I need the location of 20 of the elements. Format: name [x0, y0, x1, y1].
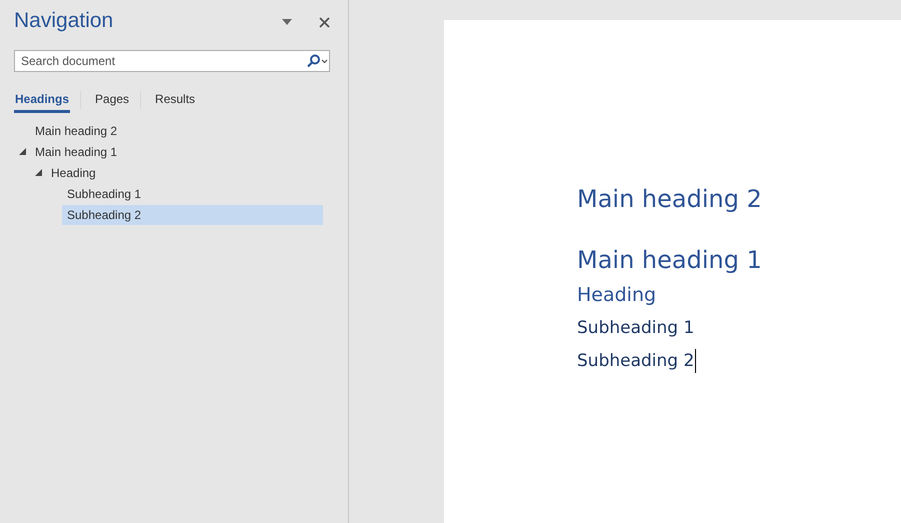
dropdown-icon[interactable]	[281, 18, 293, 26]
pane-title: Navigation	[14, 9, 114, 33]
document-heading: Subheading 2	[577, 350, 694, 373]
close-icon[interactable]	[319, 16, 330, 28]
document-heading: Heading	[577, 283, 656, 308]
expanded-triangle-icon[interactable]	[19, 148, 26, 155]
heading-item[interactable]: Main heading 2	[35, 120, 122, 140]
heading-item[interactable]: Heading	[51, 162, 101, 182]
heading-item[interactable]: Subheading 2	[62, 204, 323, 224]
tab[interactable]: Headings	[14, 87, 70, 113]
heading-item[interactable]: Main heading 1	[35, 142, 122, 162]
document-heading: Main heading 2	[577, 184, 762, 215]
tab[interactable]: Pages	[94, 87, 130, 113]
document-heading: Main heading 1	[577, 245, 762, 276]
search-icon[interactable]	[306, 54, 328, 68]
tab[interactable]: Results	[154, 87, 196, 113]
heading-item[interactable]: Subheading 1	[67, 184, 146, 204]
expanded-triangle-icon[interactable]	[35, 169, 42, 176]
document-heading: Subheading 1	[577, 317, 694, 340]
search-field[interactable]: Search document	[14, 50, 330, 72]
